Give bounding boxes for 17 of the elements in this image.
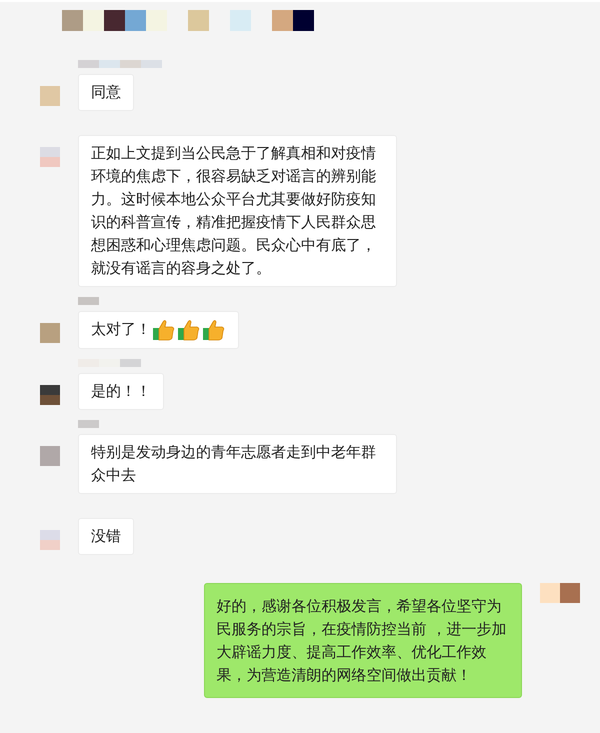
thumbs-up-icon [177,318,201,342]
message-bubble: 正如上文提到当公民急于了解真相和对疫情环境的焦虑下，很容易缺乏对谣言的辨别能力。这时候本地公众平台尤其要做好防疫知识的科普宣传，精准把握疫情下人民群众思想困惑和心理焦虑问题。民众心中有底了，就没有谣言的容身之处了。 [78,135,396,287]
blurred-name-icon [78,297,99,305]
thumbs-up-icon [202,318,226,342]
message-bubble: 特别是发动身边的青年志愿者走到中老年群众中去 [78,434,396,494]
message-bubble: 好的，感谢各位积极发言，希望各位坚守为民服务的宗旨，在疫情防控当前 ，进一步加大辟谣力度、提高工作效率、优化工作效果，为营造清朗的网络空间做出贡献！ [204,583,522,698]
message-bubble: 同意 [78,74,134,111]
thumbs-up-icon [152,318,176,342]
avatar-icon[interactable] [40,385,60,405]
message-bubble: 没错 [78,518,134,555]
blurred-name-icon [78,60,162,68]
avatar-icon[interactable] [540,583,580,603]
blurred-name-icon [78,359,141,367]
message-bubble: 太对了！ [78,311,239,349]
message-bubble: 是的！！ [78,373,164,410]
blurred-name-icon [78,420,99,428]
blurred-title-icon [62,10,314,31]
